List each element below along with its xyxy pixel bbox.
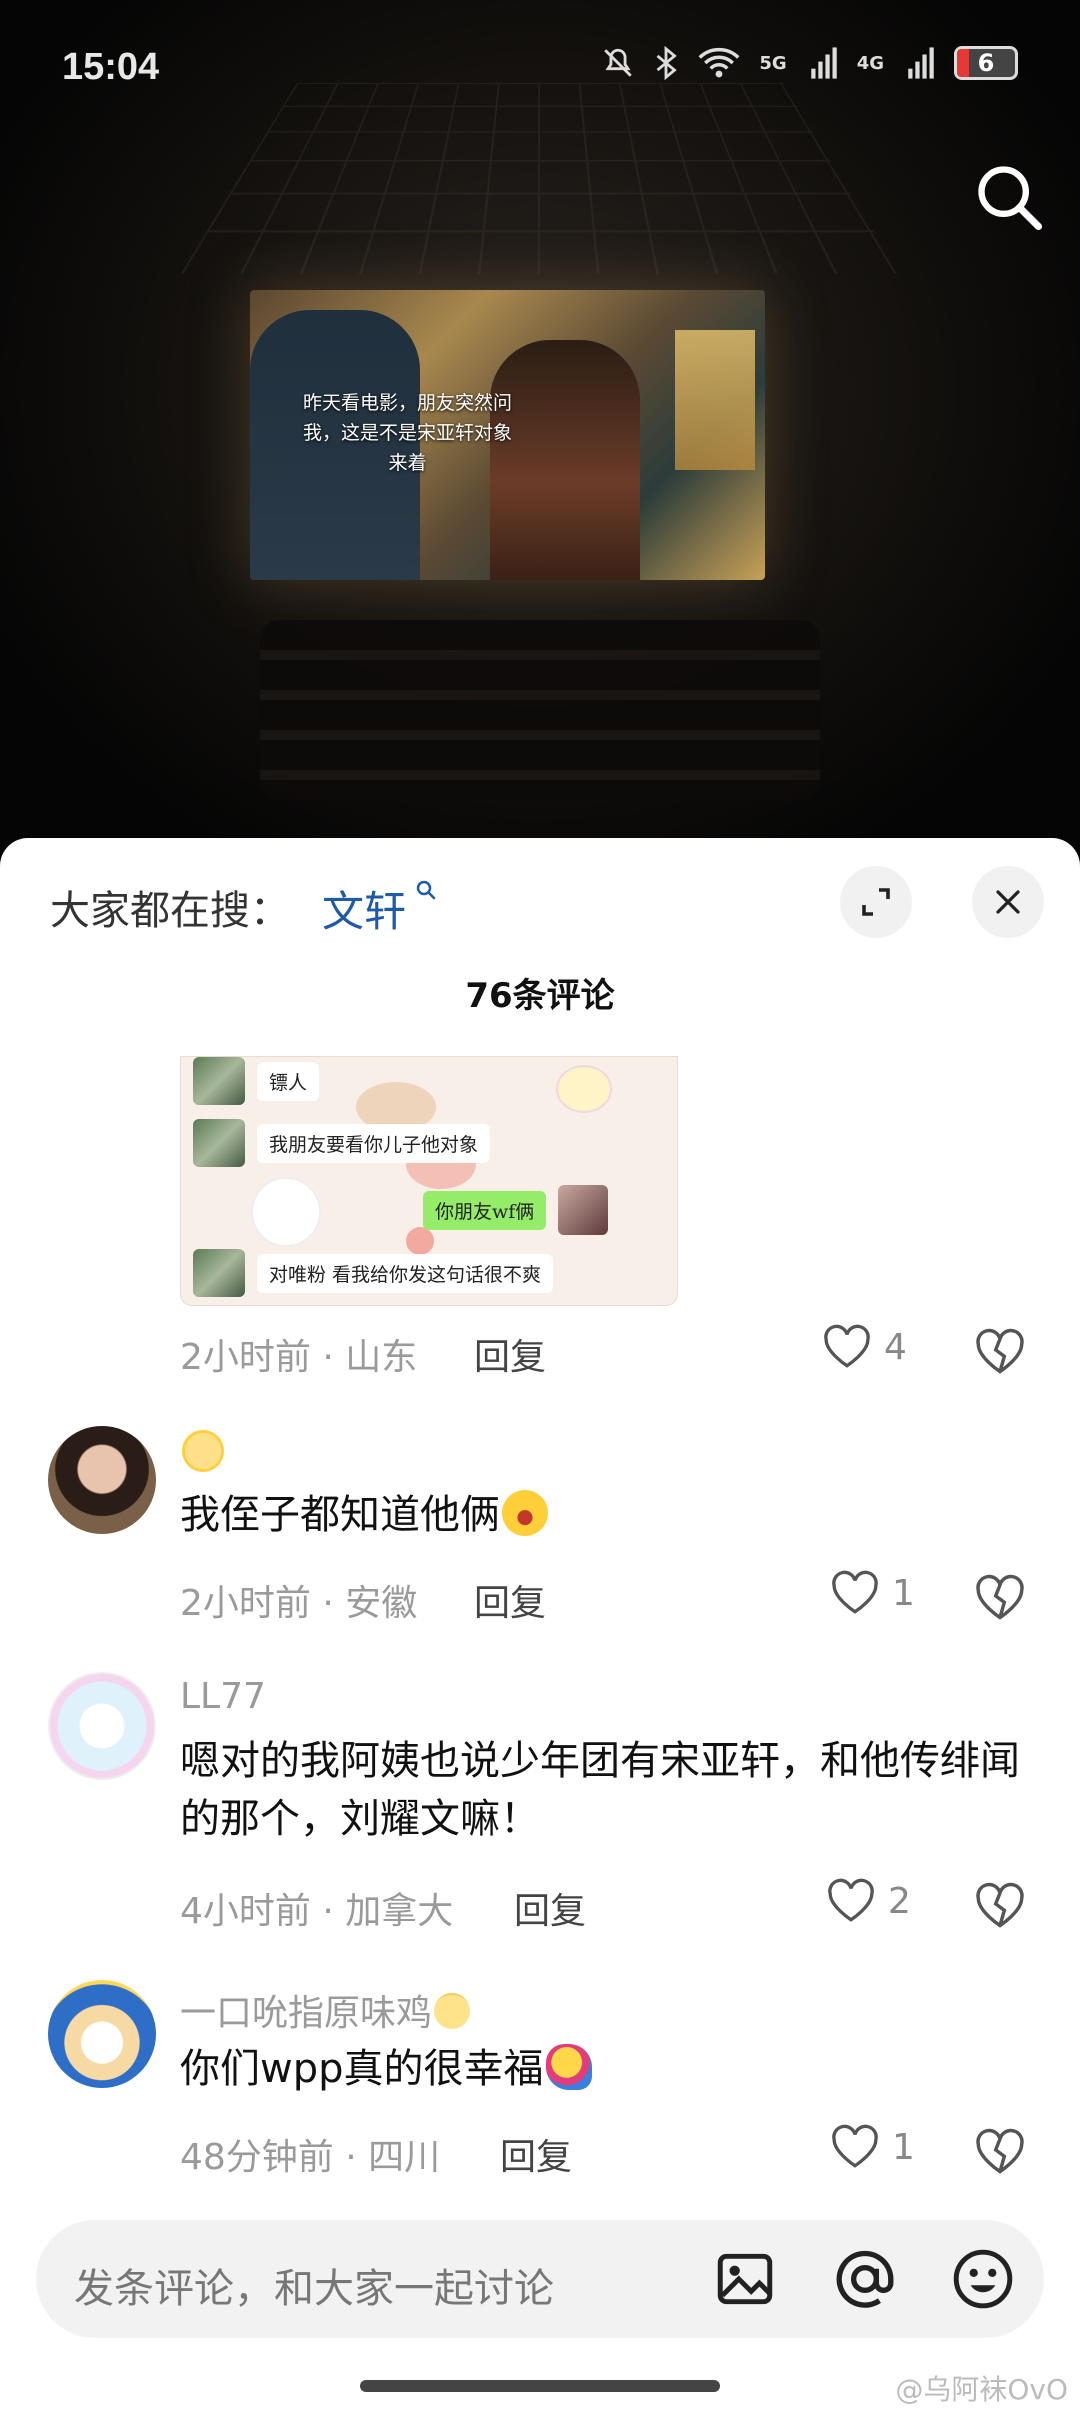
- chat-row: 对唯粉 看我给你发这句话很不爽: [193, 1249, 554, 1297]
- close-button[interactable]: [972, 866, 1044, 938]
- chat-avatar: [193, 1249, 245, 1297]
- laughing-emoji-icon: [502, 1490, 548, 1536]
- like-count: 1: [892, 2126, 915, 2168]
- expand-button[interactable]: [840, 866, 912, 938]
- comment-sheet: 大家都在搜： 文轩 76条评论 镖人 我朋友要看你儿子他对象 你朋友wf俩 对唯…: [0, 838, 1080, 2412]
- chat-row: 镖人: [193, 1057, 320, 1105]
- network-4g-label: 4G: [856, 52, 884, 74]
- theater-seats: [260, 620, 820, 800]
- chat-avatar: [193, 1057, 245, 1105]
- status-time: 15:04: [62, 46, 160, 88]
- home-indicator[interactable]: [360, 2380, 720, 2392]
- chat-bubble: 你朋友wf俩: [423, 1190, 547, 1230]
- avatar[interactable]: [48, 1672, 156, 1780]
- decoration: [251, 1177, 321, 1247]
- comment-username[interactable]: [180, 1430, 224, 1473]
- expand-icon: [862, 888, 890, 916]
- like-count: 2: [888, 1880, 911, 1922]
- bluetooth-icon: [656, 46, 678, 80]
- comment-image[interactable]: 镖人 我朋友要看你儿子他对象 你朋友wf俩 对唯粉 看我给你发这句话很不爽: [180, 1056, 678, 1306]
- chat-avatar: [558, 1185, 609, 1235]
- comment-meta: 2小时前 · 安徽: [180, 1583, 418, 1624]
- comment-meta: 4小时前 · 加拿大: [180, 1891, 454, 1932]
- video-caption: 昨天看电影，朋友突然问我，这是不是宋亚轩对象来着: [302, 392, 512, 474]
- reply-button[interactable]: 回复: [474, 1574, 546, 1626]
- like-button[interactable]: 1: [830, 2124, 915, 2170]
- comment-meta: 2小时前 · 山东: [180, 1337, 418, 1378]
- reply-button[interactable]: 回复: [500, 2128, 572, 2180]
- status-bar: 15:04 5G 4G 6: [0, 0, 1080, 140]
- chat-bubble: 对唯粉 看我给你发这句话很不爽: [257, 1253, 554, 1293]
- at-icon[interactable]: [832, 2246, 898, 2312]
- heart-icon: [828, 1878, 874, 1922]
- search-icon[interactable]: [972, 160, 1048, 236]
- reply-button[interactable]: 回复: [514, 1882, 586, 1934]
- broken-heart-icon[interactable]: [974, 1880, 1026, 1932]
- wink-emoji-icon: [182, 1430, 224, 1472]
- avatar[interactable]: [48, 1426, 156, 1534]
- comment-count-title: 76条评论: [465, 976, 615, 1016]
- reply-button[interactable]: 回复: [474, 1328, 546, 1380]
- comment-username[interactable]: 一口吮指原味鸡: [180, 1984, 471, 2036]
- like-button[interactable]: 1: [830, 1570, 915, 1616]
- emoji-icon[interactable]: [950, 2246, 1016, 2312]
- window-light: [675, 330, 755, 470]
- chat-bubble: 我朋友要看你儿子他对象: [257, 1123, 491, 1163]
- like-count: 4: [884, 1326, 907, 1368]
- avatar[interactable]: [48, 1980, 156, 2088]
- like-count: 1: [892, 1572, 915, 1614]
- comment-text: 嗯对的我阿姨也说少年团有宋亚轩，和他传绯闻的那个，刘耀文嘛！: [180, 1738, 1020, 1842]
- broken-heart-icon[interactable]: [974, 1326, 1026, 1378]
- battery-indicator: 6: [954, 46, 1018, 80]
- like-button[interactable]: 2: [826, 1878, 911, 1924]
- comment-username[interactable]: LL77: [180, 1676, 266, 1717]
- sheet-header: 大家都在搜： 文轩: [0, 838, 1080, 938]
- signal-icon: [908, 47, 934, 79]
- hot-search-prefix: 大家都在搜：: [50, 888, 290, 934]
- wifi-icon: [698, 47, 740, 78]
- chat-bubble: 镖人: [257, 1061, 320, 1101]
- comment-input[interactable]: 发条评论，和大家一起讨论: [74, 2256, 554, 2314]
- network-5g-label: 5G: [759, 52, 787, 74]
- happy-emoji-icon: [545, 2044, 592, 2090]
- broken-heart-icon[interactable]: [974, 1572, 1026, 1624]
- chat-row: 我朋友要看你儿子他对象: [193, 1119, 491, 1167]
- comment-text: 我侄子都知道他俩: [180, 1486, 1020, 1544]
- heart-icon: [832, 1570, 878, 1614]
- comment-input-bar[interactable]: 发条评论，和大家一起讨论: [36, 2220, 1044, 2338]
- hot-search-link[interactable]: 文轩: [322, 878, 406, 939]
- decoration: [556, 1065, 612, 1113]
- broken-heart-icon[interactable]: [974, 2126, 1026, 2178]
- close-icon: [996, 890, 1020, 914]
- comment-meta: 48分钟前 · 四川: [180, 2137, 441, 2178]
- mute-icon: [604, 48, 633, 77]
- comment-text: 你们wpp真的很幸福: [180, 2040, 1020, 2098]
- heart-icon: [824, 1324, 870, 1368]
- chat-avatar: [193, 1119, 245, 1167]
- status-icons: 5G 4G 6: [601, 46, 1018, 80]
- search-icon[interactable]: [414, 878, 438, 902]
- watermark: @乌阿袜OvO: [895, 2373, 1068, 2406]
- heart-icon: [832, 2124, 878, 2168]
- chat-row: 你朋友wf俩: [423, 1185, 609, 1235]
- signal-icon: [810, 47, 837, 79]
- image-icon[interactable]: [712, 2246, 778, 2312]
- chick-emoji-icon: [434, 1993, 471, 2029]
- like-button[interactable]: 4: [822, 1324, 907, 1370]
